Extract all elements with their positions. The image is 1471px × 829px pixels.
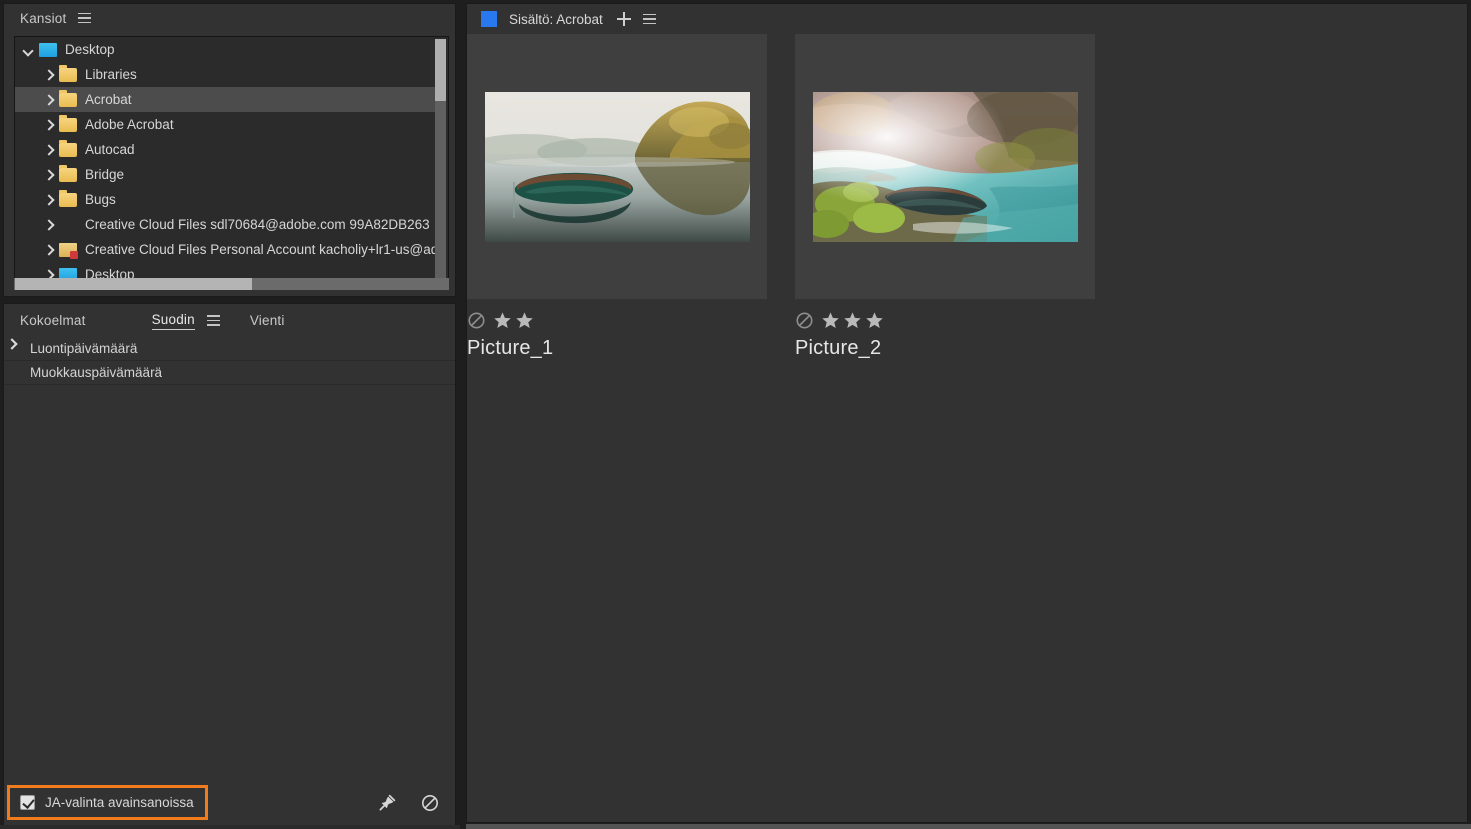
chevron-right-icon[interactable] (41, 93, 55, 107)
content-tabbar: Sisältö: Acrobat (467, 4, 1467, 34)
folder-tree-row[interactable]: Libraries (15, 62, 436, 87)
scrollbar-thumb[interactable] (15, 278, 252, 290)
tab-folders[interactable]: Kansiot (20, 11, 66, 26)
folder-icon (59, 143, 77, 157)
folder-tree-label: Autocad (85, 142, 135, 157)
thumbnail-filename: Picture_2 (795, 337, 1095, 360)
left-column: Kansiot Desktop Libraries Acrobat Adobe Acr… (0, 0, 459, 829)
no-entry-icon[interactable] (795, 311, 814, 330)
folder-icon (59, 168, 77, 182)
content-panel-title: Sisältö: Acrobat (509, 12, 603, 27)
thumbnail-cell[interactable]: Picture_1 (467, 34, 767, 360)
thumbnail-grid: Picture_1 Picture_2 (467, 34, 1467, 812)
filter-row-label: Luontipäivämäärä (30, 341, 137, 356)
folder-tree-row[interactable]: Desktop (15, 37, 436, 62)
chevron-down-icon[interactable] (21, 43, 35, 57)
tab-collections[interactable]: Kokoelmat (20, 313, 86, 328)
star-icon[interactable] (843, 311, 862, 330)
chevron-right-icon[interactable] (41, 68, 55, 82)
folder-tree-horizontal-scrollbar[interactable] (14, 278, 449, 290)
folder-tree-label: Desktop (65, 42, 115, 57)
keyword-and-checkbox[interactable] (20, 795, 35, 810)
star-icon[interactable] (865, 311, 884, 330)
keyword-and-option[interactable]: JA-valinta avainsanoissa (7, 785, 208, 820)
chevron-right-icon[interactable] (41, 193, 55, 207)
folder-tree-row[interactable]: Bugs (15, 187, 436, 212)
content-panel: Sisältö: Acrobat Picture_1 Picture_2 (466, 3, 1468, 823)
thumbnail-preview[interactable] (467, 34, 767, 299)
folders-panel: Kansiot Desktop Libraries Acrobat Adobe Acr… (3, 3, 456, 297)
chevron-right-icon[interactable] (41, 143, 55, 157)
left-bottom-edge (0, 825, 460, 829)
folder-tree-label: Bridge (85, 167, 124, 182)
star-icon[interactable] (821, 311, 840, 330)
plus-icon[interactable] (617, 12, 631, 26)
filter-row-label: Muokkauspäivämäärä (30, 365, 162, 380)
chevron-right-icon[interactable] (41, 118, 55, 132)
star-icon[interactable] (515, 311, 534, 330)
bridge-window: Kansiot Desktop Libraries Acrobat Adobe Acr… (0, 0, 1471, 829)
filter-tabbar: Kokoelmat Suodin Vienti (4, 304, 455, 337)
filter-panel: Kokoelmat Suodin Vienti Luontipäivämäärä… (3, 303, 456, 826)
star-icon[interactable] (493, 311, 512, 330)
folder-icon (59, 118, 77, 132)
no-entry-icon[interactable] (421, 794, 439, 812)
chevron-right-icon[interactable] (41, 168, 55, 182)
folder-tree-label: Libraries (85, 67, 137, 82)
folder-tree-row[interactable]: Autocad (15, 137, 436, 162)
scrollbar-thumb[interactable] (435, 39, 446, 101)
hamburger-icon[interactable] (643, 14, 656, 25)
filter-footer: JA-valinta avainsanoissa (4, 781, 455, 825)
no-entry-icon[interactable] (467, 311, 486, 330)
creative-cloud-folder-icon (59, 243, 77, 257)
folder-icon (59, 93, 77, 107)
folder-tree-label: Adobe Acrobat (85, 117, 174, 132)
folder-tree: Desktop Libraries Acrobat Adobe Acrobat Auto… (15, 37, 436, 282)
folder-tree-vertical-scrollbar[interactable] (435, 39, 446, 280)
thumbnail-filename: Picture_1 (467, 337, 767, 360)
desktop-folder-icon (39, 43, 57, 57)
folder-tree-label: Bugs (85, 192, 116, 207)
folder-tree-row[interactable]: Bridge (15, 162, 436, 187)
folder-icon (59, 68, 77, 82)
thumbnail-image (485, 92, 750, 242)
blank-icon (59, 218, 77, 232)
content-horizontal-scrollbar[interactable] (466, 824, 1471, 829)
tab-export[interactable]: Vienti (250, 313, 285, 328)
folder-icon (59, 193, 77, 207)
filter-footer-icons (377, 781, 439, 825)
thumbnail-cell[interactable]: Picture_2 (795, 34, 1095, 360)
pushpin-icon[interactable] (377, 793, 397, 813)
folder-tree-row[interactable]: Creative Cloud Files sdl70684@adobe.com … (15, 212, 436, 237)
tab-filter[interactable]: Suodin (152, 312, 195, 330)
chevron-right-icon[interactable] (41, 243, 55, 257)
chevron-right-icon[interactable] (41, 218, 55, 232)
folder-tree-row[interactable]: Adobe Acrobat (15, 112, 436, 137)
folder-tree-row[interactable]: Creative Cloud Files Personal Account ka… (15, 237, 436, 262)
folder-tree-label: Acrobat (85, 92, 132, 107)
folders-tabbar: Kansiot (4, 4, 455, 32)
rating-row[interactable] (795, 309, 1095, 331)
hamburger-icon[interactable] (78, 13, 91, 24)
content-color-swatch (481, 11, 497, 27)
folder-tree-label: Creative Cloud Files Personal Account ka… (85, 242, 436, 257)
thumbnail-preview[interactable] (795, 34, 1095, 299)
hamburger-icon[interactable] (207, 315, 220, 326)
filter-row-creation-date[interactable]: Luontipäivämäärä (4, 337, 455, 361)
folder-tree-row[interactable]: Acrobat (15, 87, 436, 112)
folder-tree-scroll-area[interactable]: Desktop Libraries Acrobat Adobe Acrobat Auto… (14, 36, 449, 290)
rating-row[interactable] (467, 309, 767, 331)
filter-row-modified-date[interactable]: Muokkauspäivämäärä (4, 361, 455, 385)
keyword-and-label: JA-valinta avainsanoissa (45, 795, 194, 810)
thumbnail-image (813, 92, 1078, 242)
filter-criteria-list: Luontipäivämäärä Muokkauspäivämäärä (4, 337, 455, 781)
folder-tree-label: Creative Cloud Files sdl70684@adobe.com … (85, 217, 430, 232)
